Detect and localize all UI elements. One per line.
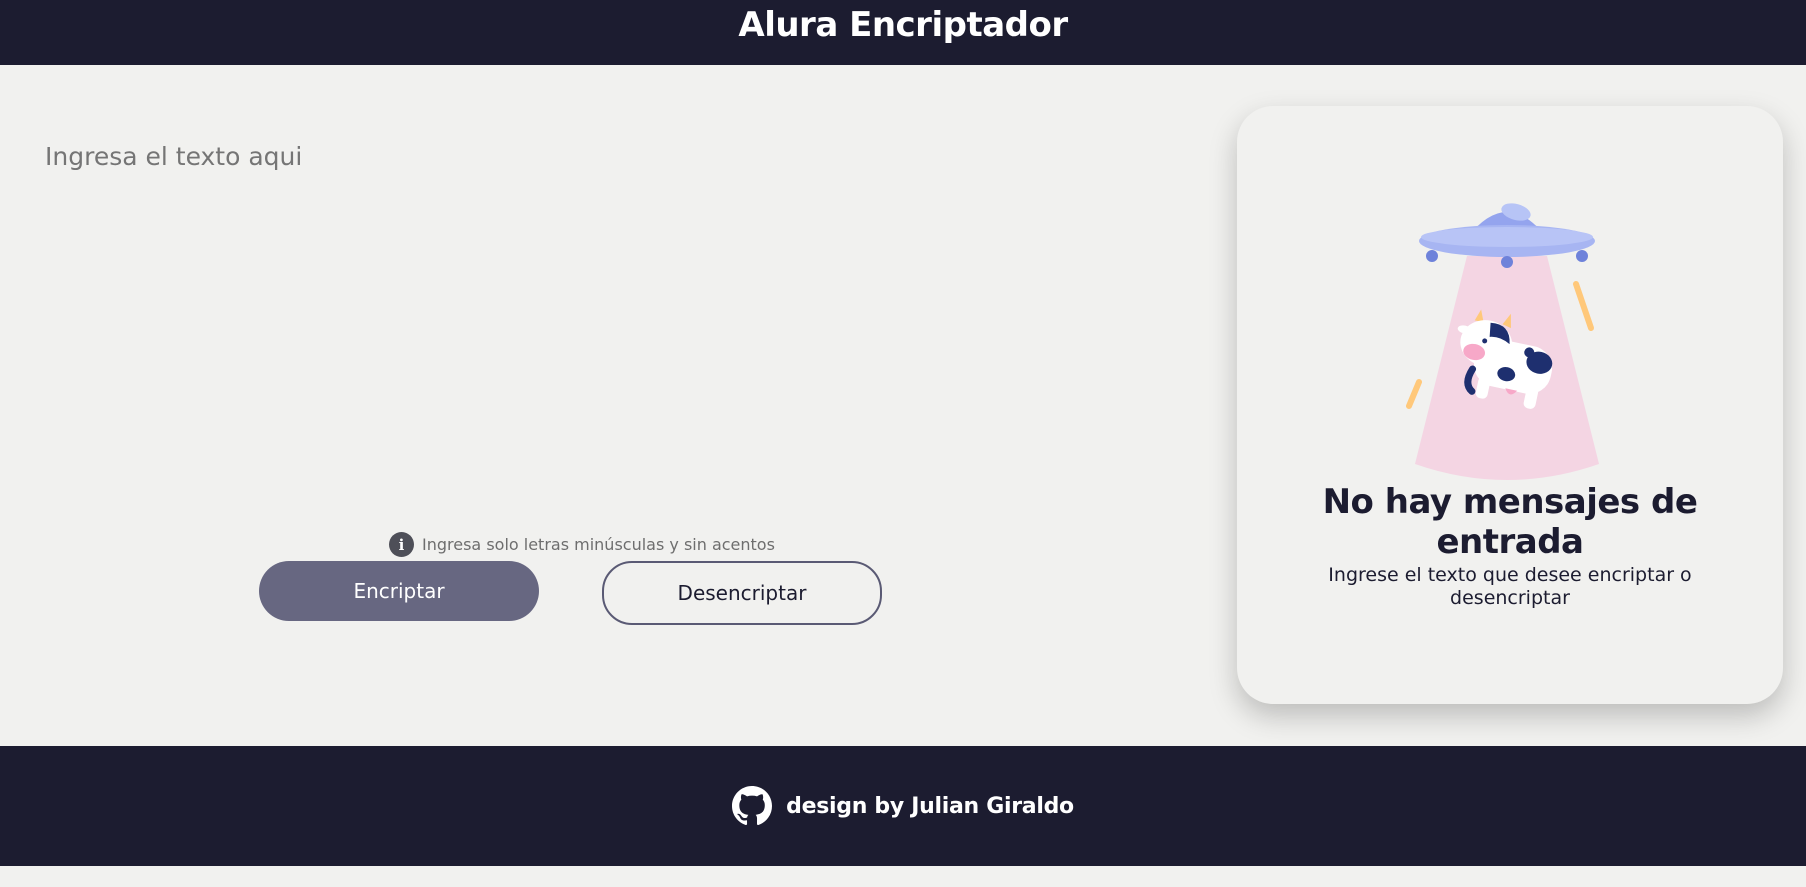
encrypt-button[interactable]: Encriptar (259, 561, 539, 621)
ufo-abducting-cow-illustration (1406, 203, 1599, 480)
output-panel: No hay mensajes de entrada Ingrese el te… (1237, 106, 1783, 704)
page-title: Alura Encriptador (738, 4, 1068, 45)
text-input[interactable] (43, 140, 1197, 504)
info-icon: i (389, 532, 414, 557)
top-header: Alura Encriptador (0, 0, 1806, 65)
decrypt-button[interactable]: Desencriptar (602, 561, 882, 625)
github-icon[interactable] (732, 786, 773, 826)
footer: design by Julian Giraldo (0, 746, 1806, 866)
hint-text: Ingresa solo letras minúsculas y sin ace… (422, 535, 775, 554)
input-hint: i Ingresa solo letras minúsculas y sin a… (389, 532, 775, 557)
empty-message-subtitle: Ingrese el texto que desee encriptar o d… (1328, 564, 1692, 609)
empty-message-title: No hay mensajes de entrada (1322, 482, 1698, 562)
footer-credit: design by Julian Giraldo (786, 793, 1074, 819)
